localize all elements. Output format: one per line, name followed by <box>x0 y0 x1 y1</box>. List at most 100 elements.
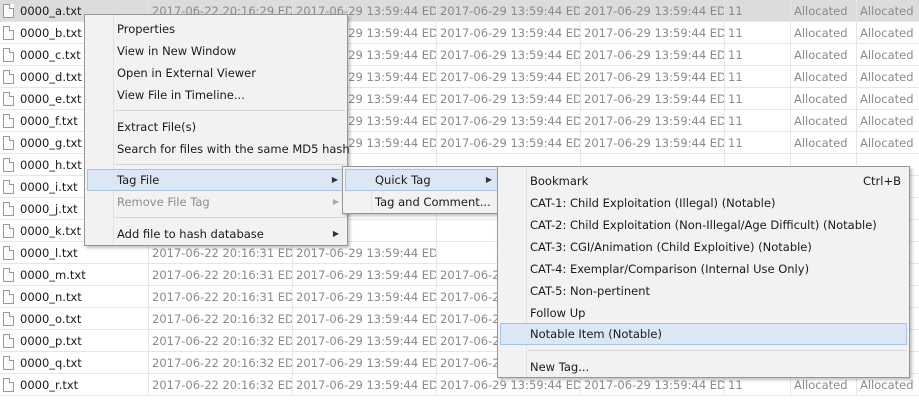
file-name-cell: 0000_m.txt <box>0 264 148 286</box>
table-cell-c1: 2017-06-22 20:16:32 EDT <box>148 330 292 352</box>
table-cell-c2: 2017-06-29 13:59:44 EDT <box>292 264 436 286</box>
submenu-arrow-icon: ▶ <box>485 175 492 184</box>
menu-separator <box>528 350 907 351</box>
menu-item-open-external[interactable]: Open in External Viewer <box>87 62 345 84</box>
menu-item-new-tag[interactable]: New Tag... <box>500 356 907 378</box>
file-name-cell: 0000_o.txt <box>0 308 148 330</box>
menu-item-add-hash-label: Add file to hash database <box>117 227 264 241</box>
table-cell-c1: 2017-06-22 20:16:32 EDT <box>148 308 292 330</box>
table-cell-c3: 2017-06-29 13:59:44 EDT <box>436 44 580 66</box>
menu-item-follow-up[interactable]: Follow Up <box>500 302 907 324</box>
menu-item-tag-file-label: Tag File <box>117 173 160 187</box>
table-cell-c7: Allocated <box>856 0 919 22</box>
file-icon <box>3 70 14 84</box>
table-cell-c2: 2017-06-29 13:59:44 EDT <box>292 352 436 374</box>
table-cell-c3: 2017-06-29 13:59:44 EDT <box>436 66 580 88</box>
file-name-label: 0000_g.txt <box>20 136 82 150</box>
file-icon <box>3 290 14 304</box>
table-cell-c7: Allocated <box>856 132 919 154</box>
file-icon <box>3 356 14 370</box>
table-cell-c4: 2017-06-29 13:59:44 EDT <box>580 110 724 132</box>
menu-item-quick-tag-label: Quick Tag <box>375 173 431 187</box>
menu-item-cat5[interactable]: CAT-5: Non-pertinent <box>500 280 907 302</box>
table-cell-c3: 2017-06-29 13:59:44 EDT <box>436 22 580 44</box>
table-cell-c4: 2017-06-29 13:59:44 EDT <box>580 132 724 154</box>
file-icon <box>3 92 14 106</box>
submenu-arrow-icon: ▶ <box>332 197 339 206</box>
table-cell-c7: Allocated <box>856 110 919 132</box>
menu-item-tag-comment[interactable]: Tag and Comment... <box>345 191 499 213</box>
table-cell-c3: 2017-06-29 13:59:44 EDT <box>436 0 580 22</box>
table-cell-c4: 2017-06-29 13:59:44 EDT <box>580 22 724 44</box>
file-icon <box>3 334 14 348</box>
menu-item-view-new-window[interactable]: View in New Window <box>87 40 345 62</box>
menu-separator <box>115 110 345 111</box>
table-cell-c1: 2017-06-22 20:16:32 EDT <box>148 374 292 396</box>
menu-item-tag-file[interactable]: Tag File ▶ <box>87 169 345 191</box>
tag-file-submenu: Quick Tag ▶ Tag and Comment... <box>342 166 502 214</box>
table-cell-c7: Allocated <box>856 22 919 44</box>
file-icon <box>3 378 14 392</box>
menu-item-remove-tag-label: Remove File Tag <box>117 195 210 209</box>
file-icon <box>3 312 14 326</box>
file-name-cell: 0000_r.txt <box>0 374 148 396</box>
table-cell-c5: 11 <box>724 0 790 22</box>
menu-item-cat4[interactable]: CAT-4: Exemplar/Comparison (Internal Use… <box>500 258 907 280</box>
file-icon <box>3 26 14 40</box>
quick-tag-submenu: Bookmark Ctrl+B CAT-1: Child Exploitatio… <box>497 166 910 378</box>
table-cell-c5: 11 <box>724 22 790 44</box>
file-icon <box>3 48 14 62</box>
file-name-label: 0000_p.txt <box>20 334 82 348</box>
menu-item-cat1[interactable]: CAT-1: Child Exploitation (Illegal) (Not… <box>500 192 907 214</box>
table-cell-c4: 2017-06-29 13:59:44 EDT <box>580 0 724 22</box>
menu-item-cat2[interactable]: CAT-2: Child Exploitation (Non-Illegal/A… <box>500 214 907 236</box>
menu-separator <box>115 217 345 218</box>
file-name-label: 0000_j.txt <box>20 202 78 216</box>
menu-item-view-timeline[interactable]: View File in Timeline... <box>87 84 345 106</box>
file-name-label: 0000_r.txt <box>20 378 79 392</box>
table-cell-c6: Allocated <box>790 132 856 154</box>
file-icon <box>3 224 14 238</box>
table-cell-c2: 2017-06-29 13:59:44 EDT <box>292 330 436 352</box>
table-cell-c4: 2017-06-29 13:59:44 EDT <box>580 88 724 110</box>
file-icon <box>3 202 14 216</box>
file-name-label: 0000_f.txt <box>20 114 78 128</box>
table-cell-c7: Allocated <box>856 88 919 110</box>
file-name-label: 0000_b.txt <box>20 26 82 40</box>
file-icon <box>3 246 14 260</box>
table-cell-c7: Allocated <box>856 66 919 88</box>
table-cell-c5: 11 <box>724 44 790 66</box>
file-name-label: 0000_a.txt <box>20 4 82 18</box>
menu-item-remove-tag: Remove File Tag ▶ <box>87 191 345 213</box>
file-icon <box>3 136 14 150</box>
file-name-label: 0000_n.txt <box>20 290 82 304</box>
file-name-label: 0000_c.txt <box>20 48 81 62</box>
table-cell-c2: 2017-06-29 13:59:44 EDT <box>292 374 436 396</box>
table-cell-c7: Allocated <box>856 44 919 66</box>
menu-item-quick-tag[interactable]: Quick Tag ▶ <box>345 169 499 191</box>
menu-item-search-md5[interactable]: Search for files with the same MD5 hash <box>87 138 350 160</box>
table-cell-c5: 11 <box>724 110 790 132</box>
menu-item-bookmark[interactable]: Bookmark Ctrl+B <box>500 170 907 192</box>
table-cell-c4: 2017-06-29 13:59:44 EDT <box>580 66 724 88</box>
file-icon <box>3 268 14 282</box>
file-name-label: 0000_o.txt <box>20 312 82 326</box>
table-cell-c5: 11 <box>724 132 790 154</box>
menu-item-cat3[interactable]: CAT-3: CGI/Animation (Child Exploitive) … <box>500 236 907 258</box>
submenu-arrow-icon: ▶ <box>331 175 338 184</box>
table-cell-c3: 2017-06-29 13:59:44 EDT <box>436 110 580 132</box>
menu-item-extract[interactable]: Extract File(s) <box>87 116 345 138</box>
file-icon <box>3 180 14 194</box>
file-name-label: 0000_d.txt <box>20 70 82 84</box>
file-name-label: 0000_l.txt <box>20 246 78 260</box>
table-cell-c6: Allocated <box>790 44 856 66</box>
context-menu: Properties View in New Window Open in Ex… <box>84 14 350 246</box>
file-name-cell: 0000_n.txt <box>0 286 148 308</box>
table-cell-c4: 2017-06-29 13:59:44 EDT <box>580 44 724 66</box>
table-cell-c2: 2017-06-29 13:59:44 EDT <box>292 308 436 330</box>
menu-item-notable[interactable]: Notable Item (Notable) <box>500 323 907 345</box>
table-cell-c2: 2017-06-29 13:59:44 EDT <box>292 286 436 308</box>
menu-item-properties[interactable]: Properties <box>87 18 345 40</box>
menu-item-add-hash[interactable]: Add file to hash database ▶ <box>87 223 345 245</box>
table-cell-c5: 11 <box>724 66 790 88</box>
